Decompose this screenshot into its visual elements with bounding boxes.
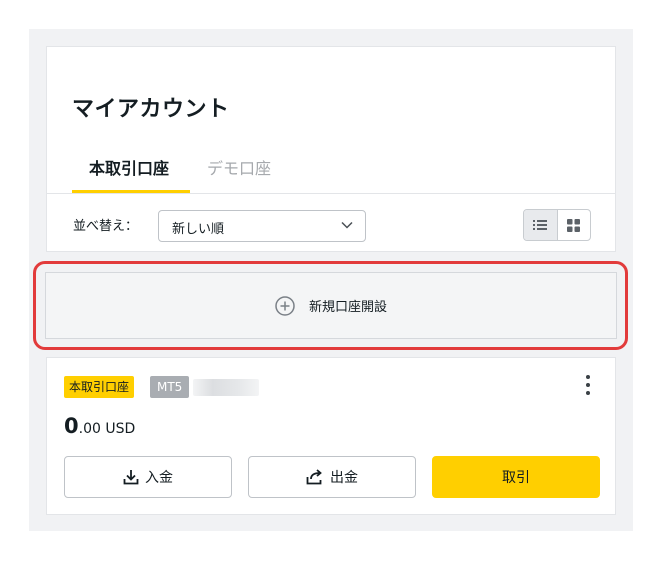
platform-badge: MT5 bbox=[150, 376, 190, 398]
sort-label: 並べ替え： bbox=[73, 219, 139, 234]
masked-account-number bbox=[193, 379, 259, 396]
balance-integer: 0 bbox=[64, 414, 79, 438]
new-account-button[interactable]: 新規口座開設 bbox=[45, 272, 617, 339]
grid-view-button[interactable] bbox=[558, 210, 591, 240]
plus-circle-icon bbox=[275, 295, 295, 316]
download-icon bbox=[123, 470, 139, 485]
withdraw-button[interactable]: 出金 bbox=[248, 456, 416, 498]
trade-label: 取引 bbox=[502, 470, 530, 486]
sort-select[interactable]: 新しい順 bbox=[158, 210, 366, 242]
grid-icon bbox=[567, 218, 581, 232]
tab-real-account[interactable]: 本取引口座 bbox=[89, 155, 169, 179]
deposit-button[interactable]: 入金 bbox=[64, 456, 232, 498]
balance-fraction-currency: .00 USD bbox=[78, 421, 136, 437]
share-arrow-icon bbox=[306, 469, 322, 485]
sort-selected-value: 新しい順 bbox=[172, 222, 225, 237]
more-options-icon[interactable] bbox=[583, 374, 593, 396]
withdraw-label: 出金 bbox=[330, 470, 358, 486]
page-title: マイアカウント bbox=[72, 97, 230, 122]
deposit-label: 入金 bbox=[145, 470, 173, 486]
list-icon bbox=[533, 220, 548, 230]
my-account-panel: マイアカウント 本取引口座 デモ口座 並べ替え： 新しい順 bbox=[46, 46, 616, 252]
view-toggle bbox=[523, 209, 591, 241]
trade-button[interactable]: 取引 bbox=[432, 456, 600, 498]
account-card: 本取引口座 MT5 0.00 USD 入金 出金 取引 bbox=[46, 357, 616, 515]
tab-divider bbox=[47, 193, 615, 194]
list-view-button[interactable] bbox=[524, 210, 558, 240]
chevron-down-icon bbox=[341, 221, 353, 229]
account-balance: 0.00 USD bbox=[64, 414, 135, 438]
tab-demo-account[interactable]: デモ口座 bbox=[207, 155, 271, 179]
account-type-badge: 本取引口座 bbox=[64, 376, 135, 398]
new-account-label: 新規口座開設 bbox=[308, 300, 387, 315]
